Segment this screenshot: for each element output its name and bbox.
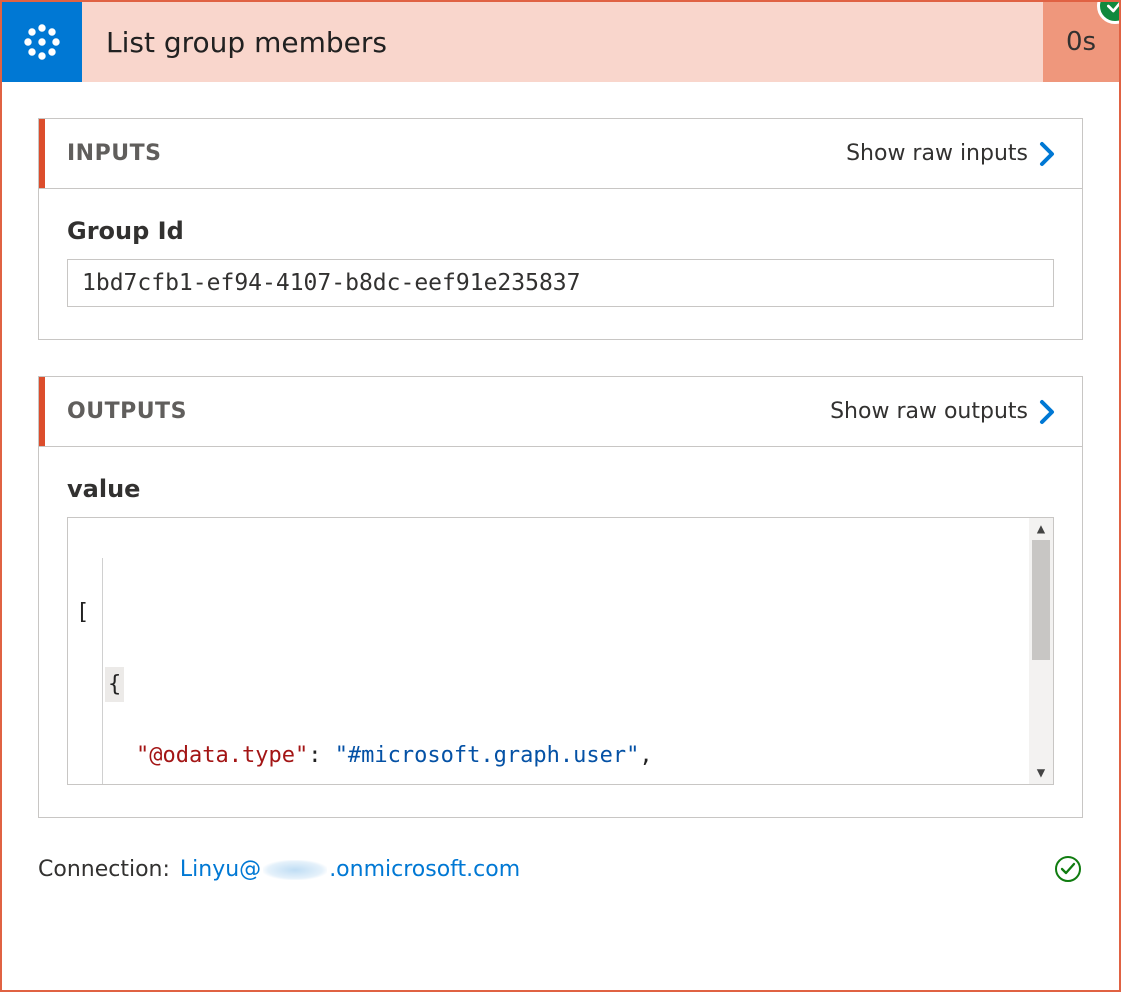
json-line: { (76, 667, 1045, 703)
inputs-card: INPUTS Show raw inputs Group Id 1bd7cfb1… (38, 118, 1083, 340)
step-header[interactable]: List group members 0s (2, 2, 1119, 82)
check-circle-icon (1054, 855, 1082, 883)
scroll-down-icon[interactable]: ▼ (1037, 762, 1045, 784)
connection-status-icon (1053, 854, 1083, 884)
show-raw-inputs-label: Show raw inputs (846, 141, 1028, 166)
check-icon (1105, 0, 1121, 16)
scroll-up-icon[interactable]: ▲ (1037, 518, 1045, 540)
fold-handle-icon[interactable]: { (105, 667, 124, 703)
show-raw-outputs-link[interactable]: Show raw outputs (830, 398, 1058, 426)
group-id-label: Group Id (67, 217, 1054, 245)
outputs-card-header: OUTPUTS Show raw outputs (39, 377, 1082, 447)
azure-ad-icon (19, 19, 65, 65)
outputs-card: OUTPUTS Show raw outputs value [ { "@oda… (38, 376, 1083, 818)
inputs-title: INPUTS (67, 141, 161, 166)
scrollbar-thumb[interactable] (1032, 540, 1050, 660)
scrollbar-track[interactable] (1029, 540, 1053, 762)
outputs-title: OUTPUTS (67, 399, 187, 424)
group-id-value: 1bd7cfb1-ef94-4107-b8dc-eef91e235837 (82, 270, 581, 296)
connection-row: Connection: Linyu@ .onmicrosoft.com (2, 854, 1119, 910)
show-raw-outputs-label: Show raw outputs (830, 399, 1028, 424)
inputs-card-header: INPUTS Show raw inputs (39, 119, 1082, 189)
connection-user-suffix: .onmicrosoft.com (329, 857, 520, 882)
show-raw-inputs-link[interactable]: Show raw inputs (846, 140, 1058, 168)
json-line: "@odata.type": "#microsoft.graph.user", (76, 738, 1045, 774)
connection-label: Connection: (38, 857, 170, 882)
scrollbar[interactable]: ▲ ▼ (1029, 518, 1053, 784)
connector-icon-tile (2, 2, 82, 82)
connection-user-prefix: Linyu@ (180, 857, 261, 882)
json-viewer[interactable]: [ { "@odata.type": "#microsoft.graph.use… (67, 517, 1054, 785)
group-id-value-box[interactable]: 1bd7cfb1-ef94-4107-b8dc-eef91e235837 (67, 259, 1054, 307)
flow-step-card: List group members 0s INPUTS Show raw in… (0, 0, 1121, 992)
step-title: List group members (82, 2, 1043, 82)
redacted-domain-fragment (263, 860, 327, 880)
step-body: INPUTS Show raw inputs Group Id 1bd7cfb1… (2, 82, 1119, 818)
json-line: [ (76, 595, 1045, 631)
inputs-body: Group Id 1bd7cfb1-ef94-4107-b8dc-eef91e2… (39, 189, 1082, 339)
connection-user-link[interactable]: Linyu@ .onmicrosoft.com (180, 857, 520, 882)
chevron-right-icon (1038, 140, 1058, 168)
json-fold-gutter (102, 558, 103, 784)
outputs-body: value [ { "@odata.type": "#microsoft.gra… (39, 447, 1082, 817)
chevron-right-icon (1038, 398, 1058, 426)
value-label: value (67, 475, 1054, 503)
